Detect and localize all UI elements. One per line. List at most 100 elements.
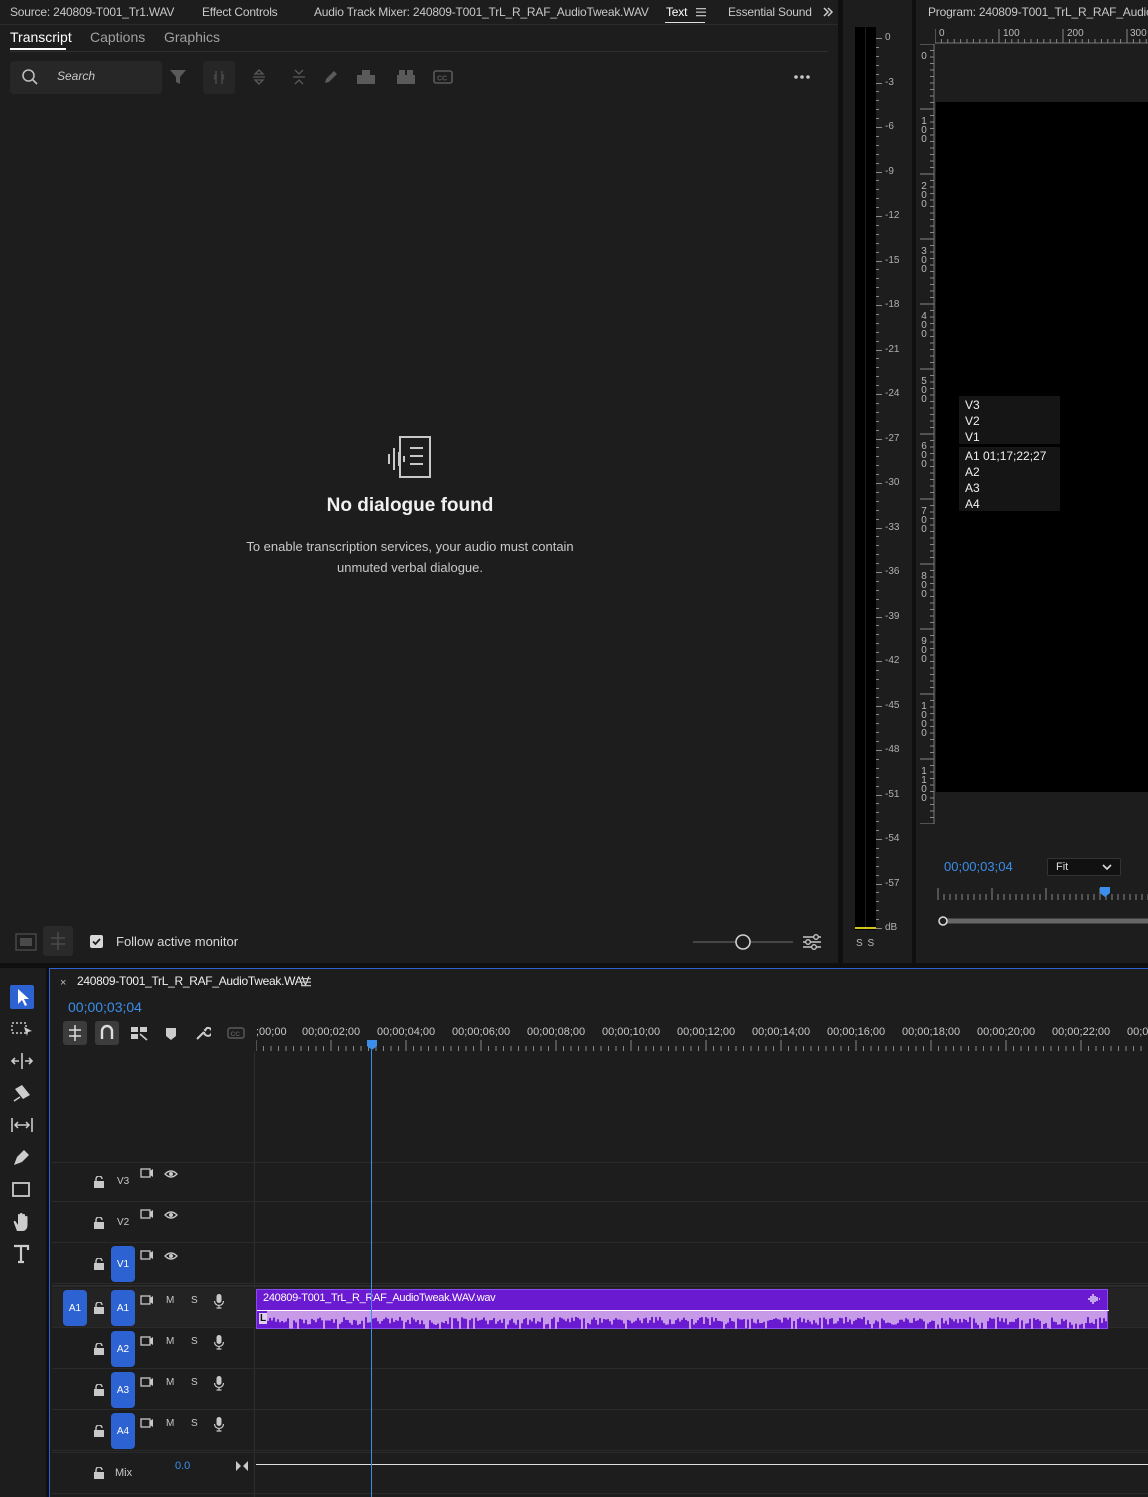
track-target-a3[interactable]: A3 (111, 1372, 135, 1408)
tab-text[interactable]: Text (666, 5, 687, 19)
collapse-icon[interactable] (290, 68, 308, 86)
track-label-v2[interactable]: V2 (117, 1217, 129, 1228)
tab-source[interactable]: Source: 240809-T001_Tr1.WAV (10, 5, 174, 19)
close-sequence-icon[interactable]: × (60, 977, 66, 989)
more-options-icon[interactable] (793, 74, 811, 80)
track-target-v1[interactable]: V1 (111, 1246, 135, 1282)
meter-solo-labels[interactable]: S S (856, 938, 875, 949)
lock-v1-icon[interactable] (93, 1258, 105, 1270)
ripple-edit-tool-icon[interactable] (10, 1051, 34, 1071)
track-target-a4[interactable]: A4 (111, 1413, 135, 1449)
captions-track-icon[interactable]: CC (227, 1027, 245, 1039)
audio-clip[interactable]: 240809-T001_TrL_R_RAF_AudioTweak.WAV.wav… (256, 1289, 1109, 1329)
voiceover-a1-icon[interactable] (213, 1293, 225, 1309)
lock-v2-icon[interactable] (93, 1217, 105, 1229)
lock-a1-icon[interactable] (93, 1302, 105, 1314)
time-ruler-label: 00;00;08;00 (527, 1026, 586, 1038)
solo-a3-button[interactable]: S (191, 1377, 198, 1388)
fit-dropdown[interactable]: Fit (1047, 858, 1121, 876)
wrench-icon[interactable] (195, 1025, 211, 1041)
sync-lock-v3-icon[interactable] (140, 1167, 154, 1179)
program-playhead-marker[interactable] (1099, 886, 1111, 898)
mute-a3-button[interactable]: M (166, 1377, 174, 1388)
track-label-v3[interactable]: V3 (117, 1176, 129, 1187)
lock-a3-icon[interactable] (93, 1384, 105, 1396)
mix-lock-icon[interactable] (93, 1467, 105, 1479)
slip-tool-icon[interactable] (10, 1115, 34, 1135)
selection-tool-icon[interactable] (10, 985, 34, 1009)
track-target-a2[interactable]: A2 (111, 1331, 135, 1367)
tab-captions[interactable]: Captions (90, 29, 145, 45)
import-icon[interactable] (14, 930, 38, 952)
mute-a2-button[interactable]: M (166, 1336, 174, 1347)
tab-graphics[interactable]: Graphics (164, 29, 220, 45)
voiceover-a2-icon[interactable] (213, 1334, 225, 1350)
follow-checkbox[interactable] (90, 935, 103, 948)
solo-a4-button[interactable]: S (191, 1418, 198, 1429)
more-tabs-chevron-icon[interactable] (822, 6, 834, 18)
merge-segments-button[interactable] (203, 61, 235, 94)
track-target-a1[interactable]: A1 (111, 1290, 135, 1326)
source-patch-a1[interactable]: A1 (63, 1290, 87, 1326)
waveform-bar (863, 1314, 865, 1317)
razor-tool-icon[interactable] (10, 1083, 34, 1103)
waveform-bar (427, 1314, 429, 1329)
sync-lock-a2-icon[interactable] (140, 1335, 154, 1347)
settings-sliders-icon[interactable] (802, 932, 822, 952)
sync-lock-a3-icon[interactable] (140, 1376, 154, 1388)
sync-lock-a1-icon[interactable] (140, 1294, 154, 1306)
tab-essential-sound[interactable]: Essential Sound (728, 5, 812, 19)
snap-magnet-button[interactable] (95, 1021, 119, 1045)
program-title[interactable]: Program: 240809-T001_TrL_R_RAF_AudioTw (928, 5, 1148, 19)
waveform-bar (563, 1314, 565, 1320)
mute-a1-button[interactable]: M (166, 1295, 174, 1306)
voiceover-a3-icon[interactable] (213, 1375, 225, 1391)
program-scroll-bar[interactable] (938, 916, 1148, 926)
voiceover-a4-icon[interactable] (213, 1416, 225, 1432)
toggle-output-v2-icon[interactable] (164, 1210, 178, 1220)
hand-tool-icon[interactable] (10, 1211, 34, 1233)
meter-scale-label: -9 (885, 165, 894, 177)
solo-a1-button[interactable]: S (191, 1295, 198, 1306)
linked-selection-icon[interactable] (130, 1024, 148, 1042)
waveform-bar (1049, 1314, 1051, 1329)
program-mini-ruler[interactable] (936, 886, 1148, 902)
mix-value[interactable]: 0.0 (175, 1460, 190, 1472)
toggle-output-v1-icon[interactable] (164, 1251, 178, 1261)
waveform-bar (939, 1314, 941, 1329)
sequence-tab[interactable]: 240809-T001_TrL_R_RAF_AudioTweak.WAV (77, 974, 310, 988)
program-timecode[interactable]: 00;00;03;04 (944, 859, 1013, 874)
sync-lock-v2-icon[interactable] (140, 1208, 154, 1220)
zoom-slider[interactable] (693, 932, 793, 952)
pen-tool-icon[interactable] (10, 1147, 34, 1167)
add-marker-icon[interactable] (165, 1027, 177, 1041)
sync-lock-v1-icon[interactable] (140, 1249, 154, 1261)
sync-lock-a4-icon[interactable] (140, 1417, 154, 1429)
expand-icon[interactable] (250, 68, 268, 86)
tab-effect-controls[interactable]: Effect Controls (202, 5, 278, 19)
playhead-head[interactable] (366, 1039, 378, 1051)
sequence-menu-icon[interactable] (301, 977, 311, 987)
tab-audio-track-mixer[interactable]: Audio Track Mixer: 240809-T001_TrL_R_RAF… (314, 5, 649, 19)
mix-go-to-icon[interactable] (235, 1460, 249, 1472)
track-select-tool-icon[interactable] (10, 1019, 34, 1039)
speaker-icon[interactable] (356, 68, 376, 86)
lock-v3-icon[interactable] (93, 1176, 105, 1188)
sequence-timecode[interactable]: 00;00;03;04 (68, 999, 142, 1015)
meter-minor-tick (876, 714, 879, 716)
tab-transcript[interactable]: Transcript (10, 29, 72, 45)
rectangle-tool-icon[interactable] (10, 1180, 34, 1200)
pencil-icon[interactable] (322, 68, 340, 86)
lock-a4-icon[interactable] (93, 1425, 105, 1437)
captions-cc-icon[interactable]: CC (433, 70, 453, 84)
nest-toggle-button[interactable] (63, 1021, 87, 1045)
lock-a2-icon[interactable] (93, 1343, 105, 1355)
type-tool-icon[interactable] (10, 1243, 34, 1265)
filter-icon[interactable] (169, 68, 187, 86)
speakers-icon[interactable] (396, 68, 416, 86)
mute-a4-button[interactable]: M (166, 1418, 174, 1429)
panel-menu-icon[interactable] (696, 7, 706, 17)
insert-button[interactable] (43, 926, 73, 956)
toggle-output-v3-icon[interactable] (164, 1169, 178, 1179)
solo-a2-button[interactable]: S (191, 1336, 198, 1347)
